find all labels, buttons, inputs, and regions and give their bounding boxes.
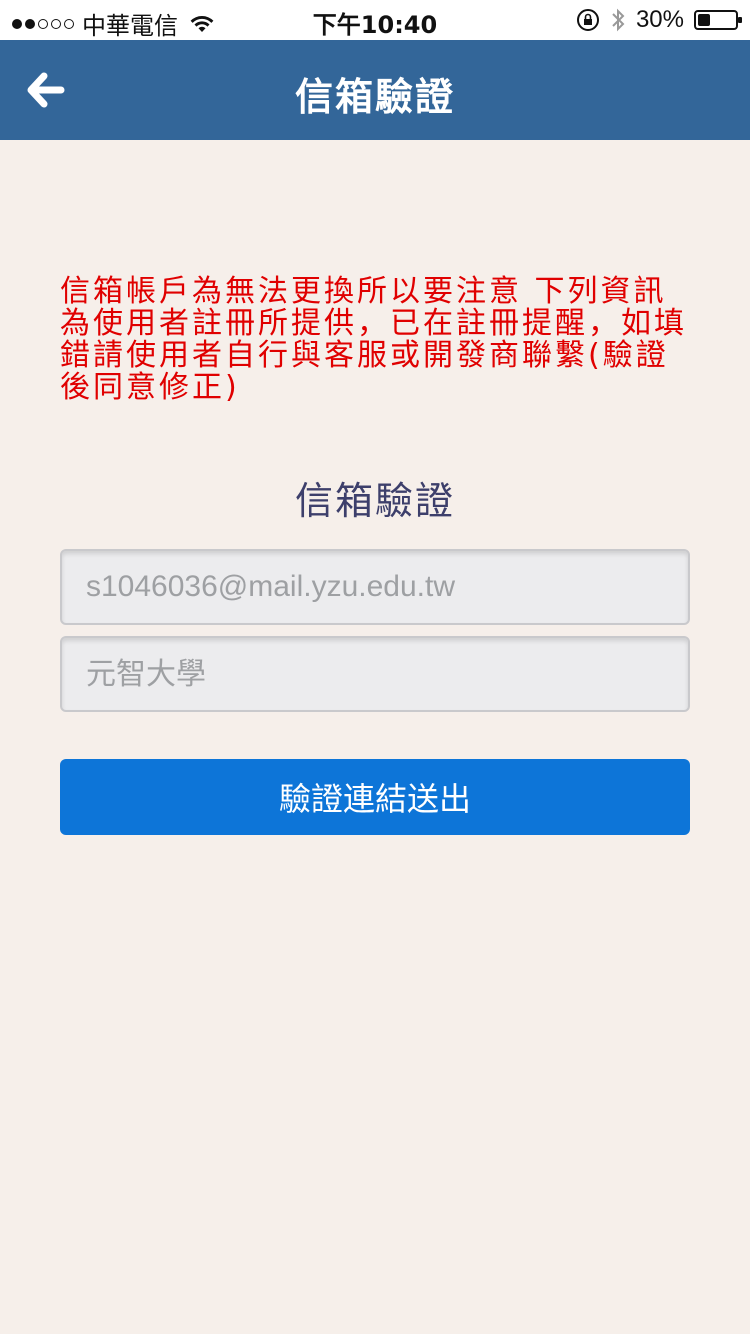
school-field[interactable] xyxy=(60,636,690,712)
send-verification-button[interactable]: 驗證連結送出 xyxy=(60,759,690,835)
warning-notice: 信箱帳戶為無法更換所以要注意 下列資訊為使用者註冊所提供，已在註冊提醒，如填錯請… xyxy=(60,274,687,405)
form-title: 信箱驗證 xyxy=(294,479,455,523)
page-title: 信箱驗證 xyxy=(294,75,455,119)
nav-bar: 信箱驗證 xyxy=(0,40,750,140)
status-right: 30% xyxy=(576,6,742,34)
status-bar: 中華電信 下午10:40 30% xyxy=(0,0,750,40)
email-field[interactable] xyxy=(60,549,690,625)
orientation-lock-icon xyxy=(576,9,599,31)
battery-percent: 30% xyxy=(635,6,684,33)
bluetooth-icon xyxy=(612,8,625,32)
battery-icon xyxy=(694,10,742,30)
